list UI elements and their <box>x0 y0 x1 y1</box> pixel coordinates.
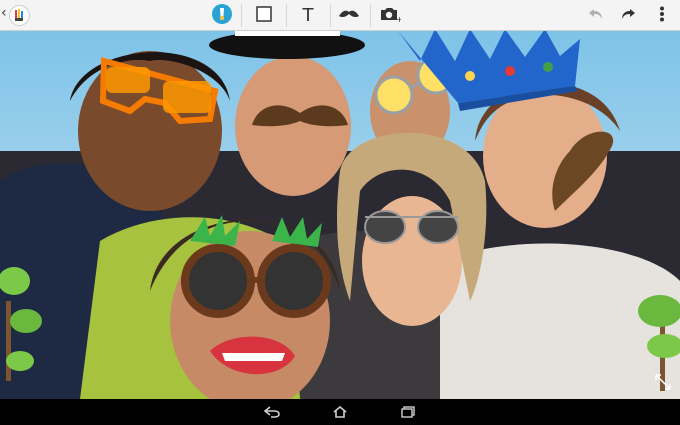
toolbar-divider <box>241 4 242 27</box>
undo-button[interactable] <box>584 0 608 31</box>
more-vert-icon <box>659 6 665 26</box>
back-icon <box>263 403 280 422</box>
top-toolbar: ‹ T + <box>0 0 680 31</box>
svg-text:+: + <box>396 15 401 23</box>
tool-text-button[interactable]: T <box>292 0 324 31</box>
home-icon <box>333 403 347 422</box>
square-icon <box>256 5 272 26</box>
back-chevron-icon: ‹ <box>1 5 7 21</box>
photo-canvas[interactable] <box>0 31 680 399</box>
tool-sticker-button[interactable] <box>334 0 364 31</box>
system-home-button[interactable] <box>320 399 360 425</box>
toolbar-divider <box>370 4 371 27</box>
group-selfie-photo <box>0 31 680 399</box>
more-options-button[interactable] <box>650 0 674 31</box>
paint-brush-icon <box>211 3 233 29</box>
top-hat-icon <box>209 31 365 59</box>
toolbar-divider <box>286 4 287 27</box>
tool-shape-button[interactable] <box>248 0 280 31</box>
tool-camera-button[interactable]: + <box>374 0 406 31</box>
undo-icon <box>588 6 604 25</box>
system-recents-button[interactable] <box>388 399 428 425</box>
redo-icon <box>620 6 636 25</box>
toolbar-divider <box>330 4 331 27</box>
tool-brush-button[interactable] <box>205 0 239 31</box>
redo-button[interactable] <box>616 0 640 31</box>
system-nav-bar <box>0 399 680 425</box>
recents-icon <box>401 403 415 422</box>
app-back-button[interactable]: ‹ <box>0 0 34 31</box>
text-icon: T <box>302 5 314 26</box>
app-logo-icon <box>9 5 30 26</box>
mustache-icon <box>338 6 360 25</box>
camera-plus-icon: + <box>379 5 403 27</box>
system-back-button[interactable] <box>252 399 292 425</box>
